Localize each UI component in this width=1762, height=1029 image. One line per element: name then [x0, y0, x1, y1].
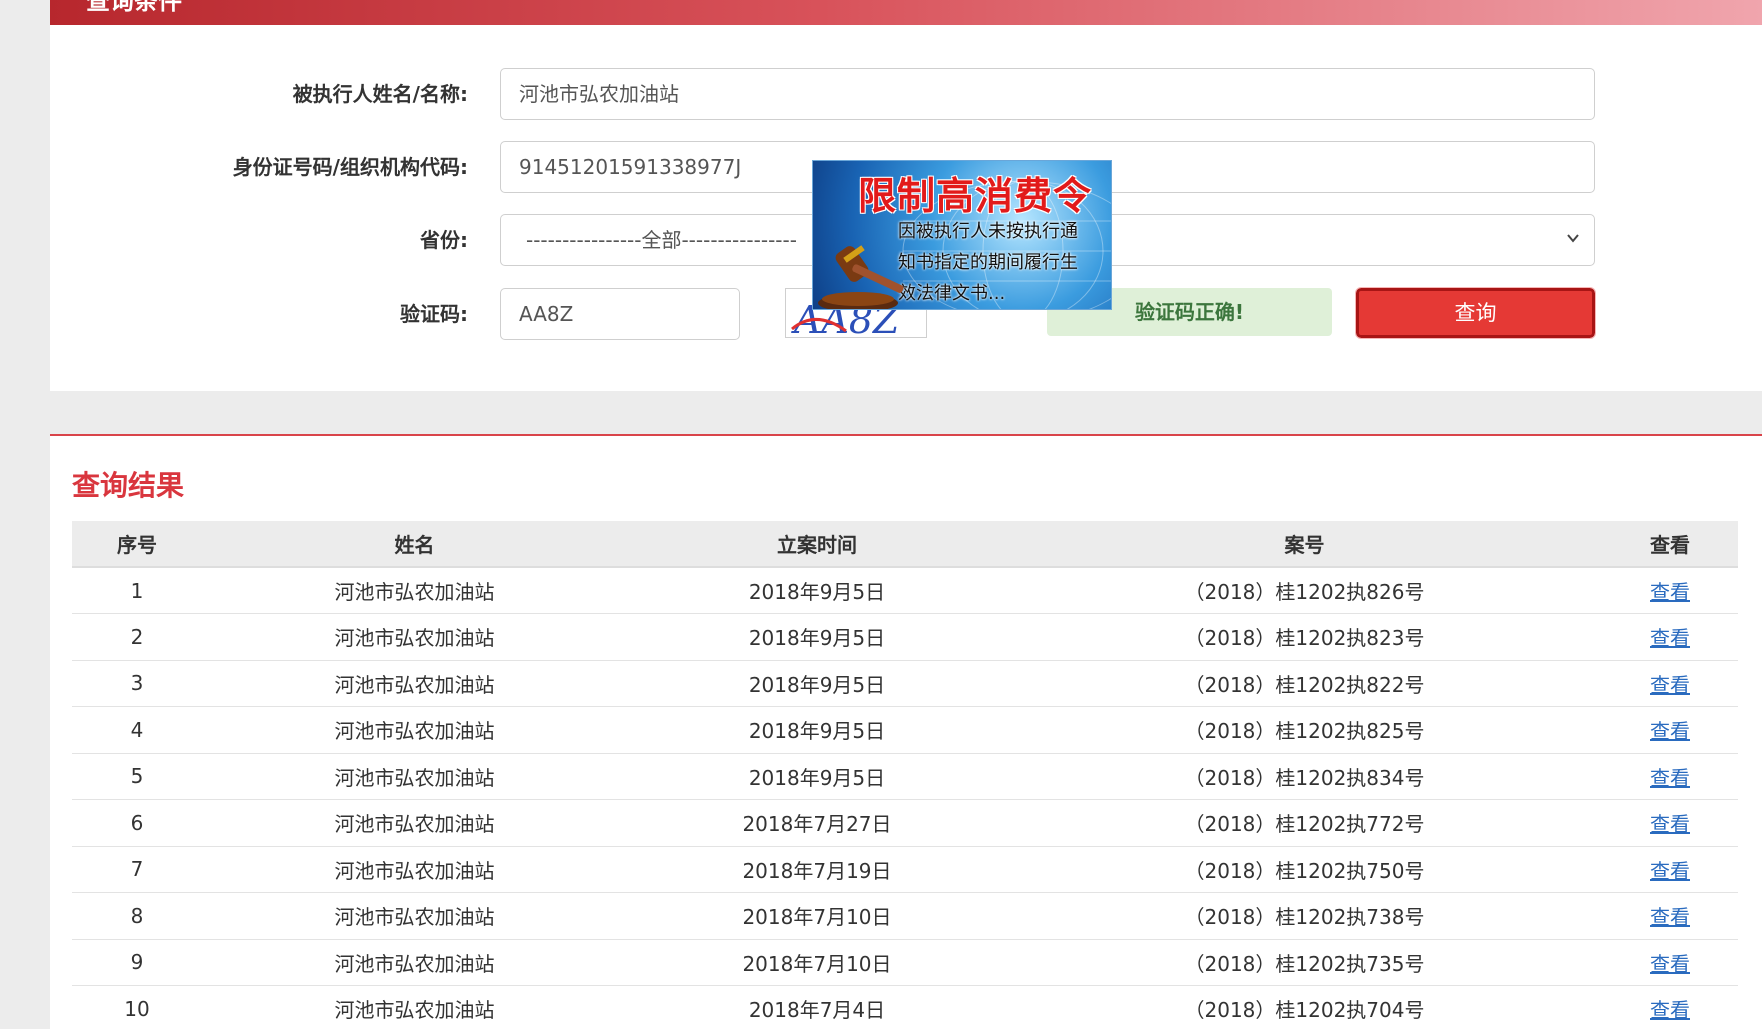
- row-name: 河池市弘农加油站: [202, 660, 627, 707]
- row-date: 2018年9月5日: [627, 706, 1007, 754]
- column-header-index: 序号: [72, 521, 202, 568]
- row-index: 4: [72, 706, 202, 754]
- row-index: 2: [72, 613, 202, 661]
- row-name: 河池市弘农加油站: [202, 985, 627, 1029]
- table-row: 9 河池市弘农加油站 2018年7月10日 （2018）桂1202执735号 查…: [72, 939, 1738, 986]
- table-row: 3 河池市弘农加油站 2018年9月5日 （2018）桂1202执822号 查看: [72, 660, 1738, 707]
- table-row: 8 河池市弘农加油站 2018年7月10日 （2018）桂1202执738号 查…: [72, 892, 1738, 940]
- row-case: （2018）桂1202执704号: [1007, 985, 1602, 1029]
- chevron-down-icon: [1567, 234, 1579, 243]
- view-link[interactable]: 查看: [1650, 719, 1690, 743]
- view-link[interactable]: 查看: [1650, 766, 1690, 790]
- results-panel: 查询结果 序号 姓名 立案时间 案号 查看 1 河池市弘农加油站 2018年9月…: [50, 434, 1762, 1029]
- row-view-cell: 查看: [1602, 706, 1738, 754]
- row-view-cell: 查看: [1602, 846, 1738, 893]
- row-date: 2018年9月5日: [627, 613, 1007, 661]
- row-name: 河池市弘农加油站: [202, 613, 627, 661]
- row-case: （2018）桂1202执825号: [1007, 706, 1602, 754]
- row-view-cell: 查看: [1602, 985, 1738, 1029]
- table-row: 10 河池市弘农加油站 2018年7月4日 （2018）桂1202执704号 查…: [72, 985, 1738, 1029]
- table-row: 7 河池市弘农加油站 2018年7月19日 （2018）桂1202执750号 查…: [72, 846, 1738, 893]
- query-button[interactable]: 查询: [1355, 287, 1596, 339]
- table-row: 6 河池市弘农加油站 2018年7月27日 （2018）桂1202执772号 查…: [72, 799, 1738, 847]
- row-index: 1: [72, 567, 202, 614]
- row-name: 河池市弘农加油站: [202, 846, 627, 893]
- row-case: （2018）桂1202执750号: [1007, 846, 1602, 893]
- column-header-view: 查看: [1602, 521, 1738, 568]
- row-index: 6: [72, 799, 202, 847]
- gavel-icon: [818, 245, 904, 309]
- results-table: 序号 姓名 立案时间 案号 查看 1 河池市弘农加油站 2018年9月5日 （2…: [72, 521, 1738, 1029]
- view-link[interactable]: 查看: [1650, 626, 1690, 650]
- row-case: （2018）桂1202执823号: [1007, 613, 1602, 661]
- row-index: 5: [72, 753, 202, 800]
- row-view-cell: 查看: [1602, 939, 1738, 986]
- column-header-case: 案号: [1007, 521, 1602, 568]
- row-index: 8: [72, 892, 202, 940]
- row-view-cell: 查看: [1602, 799, 1738, 847]
- name-input[interactable]: 河池市弘农加油站: [500, 68, 1595, 120]
- table-row: 2 河池市弘农加油站 2018年9月5日 （2018）桂1202执823号 查看: [72, 613, 1738, 661]
- id-label: 身份证号码/组织机构代码:: [232, 155, 468, 179]
- row-view-cell: 查看: [1602, 613, 1738, 661]
- view-link[interactable]: 查看: [1650, 812, 1690, 836]
- row-case: （2018）桂1202执826号: [1007, 567, 1602, 614]
- table-header-row: 序号 姓名 立案时间 案号 查看: [72, 521, 1738, 568]
- row-case: （2018）桂1202执772号: [1007, 799, 1602, 847]
- view-link[interactable]: 查看: [1650, 580, 1690, 604]
- row-date: 2018年7月10日: [627, 939, 1007, 986]
- popup-title: 限制高消费令: [858, 174, 1093, 218]
- column-header-name: 姓名: [202, 521, 627, 568]
- row-date: 2018年9月5日: [627, 753, 1007, 800]
- row-index: 9: [72, 939, 202, 986]
- view-link[interactable]: 查看: [1650, 673, 1690, 697]
- results-title: 查询结果: [72, 469, 185, 502]
- view-link[interactable]: 查看: [1650, 998, 1690, 1022]
- popup-line-3: 效法律文书...: [898, 283, 1006, 304]
- row-date: 2018年9月5日: [627, 567, 1007, 614]
- row-name: 河池市弘农加油站: [202, 753, 627, 800]
- row-name: 河池市弘农加油站: [202, 892, 627, 940]
- query-panel-header: 查询条件: [50, 0, 1762, 25]
- province-label: 省份:: [420, 228, 468, 252]
- row-name: 河池市弘农加油站: [202, 706, 627, 754]
- row-view-cell: 查看: [1602, 892, 1738, 940]
- row-name: 河池市弘农加油站: [202, 799, 627, 847]
- popup-line-2: 知书指定的期间履行生: [898, 252, 1078, 273]
- view-link[interactable]: 查看: [1650, 905, 1690, 929]
- name-label: 被执行人姓名/名称:: [292, 82, 468, 106]
- page: 查询条件 被执行人姓名/名称: 河池市弘农加油站 身份证号码/组织机构代码: 9…: [0, 0, 1762, 1029]
- row-case: （2018）桂1202执738号: [1007, 892, 1602, 940]
- captcha-label: 验证码:: [400, 302, 468, 326]
- row-date: 2018年7月10日: [627, 892, 1007, 940]
- captcha-input[interactable]: AA8Z: [500, 288, 740, 340]
- row-view-cell: 查看: [1602, 753, 1738, 800]
- popup-line-1: 因被执行人未按执行通: [898, 221, 1078, 242]
- province-selected-value: ----------------全部----------------: [526, 228, 797, 252]
- row-case: （2018）桂1202执735号: [1007, 939, 1602, 986]
- row-index: 10: [72, 985, 202, 1029]
- restriction-popup-banner[interactable]: 限制高消费令 因被执行人未按执行通 知书指定的期间履行生 效法律文书...: [812, 160, 1112, 310]
- query-panel-title: 查询条件: [86, 0, 182, 15]
- view-link[interactable]: 查看: [1650, 952, 1690, 976]
- table-row: 1 河池市弘农加油站 2018年9月5日 （2018）桂1202执826号 查看: [72, 567, 1738, 614]
- row-index: 3: [72, 660, 202, 707]
- row-name: 河池市弘农加油站: [202, 567, 627, 614]
- row-date: 2018年9月5日: [627, 660, 1007, 707]
- table-row: 5 河池市弘农加油站 2018年9月5日 （2018）桂1202执834号 查看: [72, 753, 1738, 800]
- row-view-cell: 查看: [1602, 660, 1738, 707]
- row-name: 河池市弘农加油站: [202, 939, 627, 986]
- row-case: （2018）桂1202执822号: [1007, 660, 1602, 707]
- row-date: 2018年7月27日: [627, 799, 1007, 847]
- row-view-cell: 查看: [1602, 567, 1738, 614]
- row-case: （2018）桂1202执834号: [1007, 753, 1602, 800]
- view-link[interactable]: 查看: [1650, 859, 1690, 883]
- table-row: 4 河池市弘农加油站 2018年9月5日 （2018）桂1202执825号 查看: [72, 706, 1738, 754]
- column-header-date: 立案时间: [627, 521, 1007, 568]
- row-date: 2018年7月4日: [627, 985, 1007, 1029]
- row-date: 2018年7月19日: [627, 846, 1007, 893]
- row-index: 7: [72, 846, 202, 893]
- name-row: 被执行人姓名/名称: 河池市弘农加油站: [50, 68, 1762, 120]
